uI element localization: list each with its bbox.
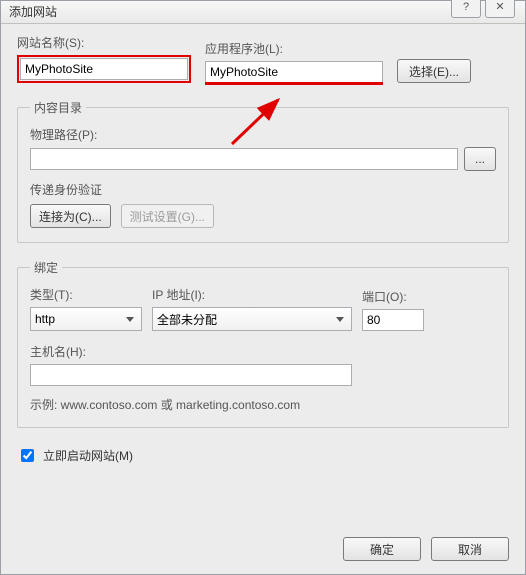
titlebar: 添加网站 ? ✕ — [1, 1, 525, 24]
content-directory-legend: 内容目录 — [30, 99, 86, 116]
start-website-label: 立即启动网站(M) — [43, 447, 133, 464]
site-name-input[interactable] — [20, 58, 188, 80]
app-pool-underline — [205, 82, 383, 85]
binding-port-label: 端口(O): — [362, 288, 424, 305]
site-name-label: 网站名称(S): — [17, 34, 191, 51]
close-button[interactable]: ✕ — [485, 0, 515, 18]
window-title: 添加网站 — [9, 5, 57, 19]
start-website-checkbox[interactable] — [21, 449, 34, 462]
site-name-highlight — [17, 55, 191, 83]
binding-group: 绑定 类型(T): IP 地址(I): 端口(O): — [17, 259, 509, 428]
host-name-example: 示例: www.contoso.com 或 marketing.contoso.… — [30, 396, 496, 413]
ok-button[interactable]: 确定 — [343, 537, 421, 561]
add-website-dialog: 添加网站 ? ✕ 网站名称(S): 应用程序池(L): . 选择(E)... — [0, 0, 526, 575]
binding-port-input[interactable] — [362, 309, 424, 331]
binding-legend: 绑定 — [30, 259, 62, 276]
passthrough-auth-label: 传递身份验证 — [30, 181, 496, 198]
app-pool-input — [205, 61, 383, 83]
physical-path-input[interactable] — [30, 148, 458, 170]
help-button[interactable]: ? — [451, 0, 481, 18]
physical-path-label: 物理路径(P): — [30, 126, 496, 143]
binding-type-select[interactable] — [30, 307, 142, 331]
content-directory-group: 内容目录 物理路径(P): ... 传递身份验证 连接为(C)... 测试设置(… — [17, 99, 509, 243]
cancel-button[interactable]: 取消 — [431, 537, 509, 561]
binding-ip-label: IP 地址(I): — [152, 286, 352, 303]
binding-type-label: 类型(T): — [30, 286, 142, 303]
browse-physical-path-button[interactable]: ... — [464, 147, 496, 171]
host-name-label: 主机名(H): — [30, 343, 496, 360]
host-name-input[interactable] — [30, 364, 352, 386]
connect-as-button[interactable]: 连接为(C)... — [30, 204, 111, 228]
app-pool-label: 应用程序池(L): — [205, 40, 383, 57]
test-settings-button: 测试设置(G)... — [121, 204, 214, 228]
binding-ip-select[interactable] — [152, 307, 352, 331]
select-app-pool-button[interactable]: 选择(E)... — [397, 59, 471, 83]
